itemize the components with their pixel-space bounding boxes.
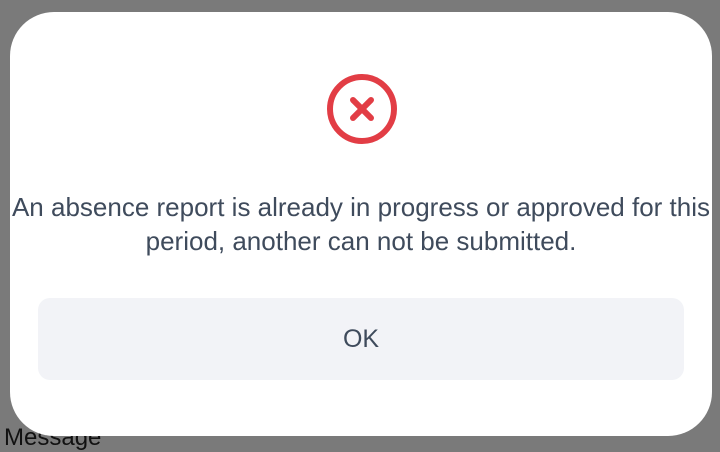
error-circle-x-icon (327, 74, 397, 144)
ok-button-label: OK (342, 324, 380, 353)
dialog-message: An absence report is already in progress… (11, 192, 711, 256)
ok-button[interactable]: OK (38, 298, 684, 380)
error-dialog: An absence report is already in progress… (10, 12, 712, 436)
